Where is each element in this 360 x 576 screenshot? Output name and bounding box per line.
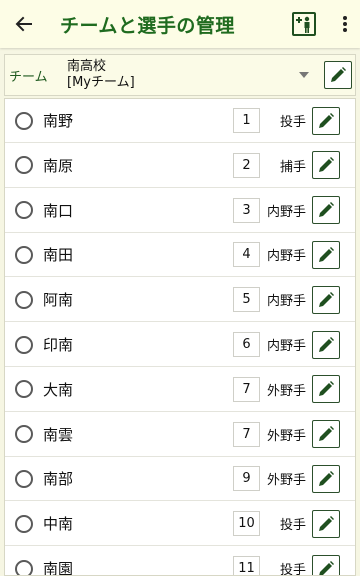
- player-position: 投手: [279, 563, 306, 576]
- player-name: 印南: [43, 336, 74, 354]
- pencil-icon: [319, 112, 334, 128]
- pencil-icon: [319, 426, 334, 442]
- player-row[interactable]: 阿南 5 内野手: [5, 278, 355, 323]
- pencil-icon: [331, 67, 346, 82]
- player-row[interactable]: 印南 6 内野手: [5, 323, 355, 367]
- player-radio[interactable]: [15, 425, 33, 444]
- player-position: 内野手: [266, 249, 306, 265]
- edit-player-button[interactable]: [312, 420, 340, 449]
- player-number: 9: [233, 466, 260, 492]
- edit-player-button[interactable]: [312, 285, 340, 314]
- player-number: 7: [233, 376, 260, 402]
- edit-player-button[interactable]: [312, 151, 340, 180]
- team-selector-row: チーム 南高校 [Myチーム]: [4, 54, 356, 96]
- edit-player-button[interactable]: [312, 554, 340, 575]
- edit-player-button[interactable]: [312, 106, 340, 135]
- player-position: 捕手: [279, 159, 306, 175]
- pencil-icon: [319, 381, 334, 397]
- player-radio[interactable]: [15, 380, 33, 399]
- app-bar: チームと選手の管理: [0, 0, 360, 48]
- player-number: 1: [233, 108, 260, 133]
- player-row[interactable]: 大南 7 外野手: [5, 368, 355, 412]
- back-button[interactable]: [0, 0, 48, 48]
- more-options-button[interactable]: [330, 0, 360, 48]
- page-title: チームと選手の管理: [60, 14, 235, 37]
- team-label: チーム: [9, 69, 48, 85]
- player-row[interactable]: 南雲 7 外野手: [5, 413, 355, 457]
- edit-player-button[interactable]: [312, 330, 340, 359]
- player-radio[interactable]: [15, 290, 33, 309]
- player-position: 外野手: [266, 383, 306, 399]
- player-number: 4: [233, 242, 260, 268]
- add-player-button[interactable]: [292, 12, 316, 36]
- team-name: 南高校: [67, 59, 107, 74]
- player-radio[interactable]: [15, 111, 33, 130]
- pencil-icon: [319, 560, 334, 575]
- player-position: 内野手: [266, 204, 306, 220]
- player-row[interactable]: 中南 10 投手: [5, 502, 355, 547]
- player-name: 中南: [43, 515, 74, 534]
- edit-player-button[interactable]: [312, 464, 340, 493]
- player-name: 南野: [43, 112, 74, 130]
- player-radio[interactable]: [15, 156, 33, 175]
- pencil-icon: [319, 246, 334, 262]
- edit-player-button[interactable]: [312, 196, 340, 225]
- player-row[interactable]: 南口 3 内野手: [5, 189, 355, 233]
- player-number: 2: [233, 152, 260, 178]
- player-name: 南口: [43, 201, 74, 220]
- team-dropdown-caret[interactable]: [292, 72, 316, 78]
- team-dropdown[interactable]: 南高校 [Myチーム]: [67, 59, 292, 91]
- player-row[interactable]: 南田 4 内野手: [5, 233, 355, 278]
- player-name: 南原: [43, 156, 74, 175]
- player-position: 投手: [279, 518, 306, 534]
- player-number: 6: [233, 332, 260, 357]
- player-radio[interactable]: [15, 201, 33, 220]
- player-radio[interactable]: [15, 514, 33, 533]
- edit-player-button[interactable]: [312, 375, 340, 404]
- arrow-left-icon: [15, 16, 32, 32]
- player-radio[interactable]: [15, 245, 33, 264]
- chevron-down-icon: [299, 72, 309, 78]
- pencil-icon: [319, 515, 334, 531]
- player-row[interactable]: 南原 2 捕手: [5, 144, 355, 188]
- player-row[interactable]: 南園 11 投手: [5, 547, 355, 576]
- player-position: 外野手: [266, 473, 306, 489]
- pencil-icon: [319, 291, 334, 307]
- player-radio[interactable]: [15, 559, 33, 575]
- player-name: 南部: [43, 470, 74, 489]
- edit-player-button[interactable]: [312, 509, 340, 538]
- more-vert-icon: [343, 16, 347, 32]
- player-name: 南雲: [43, 425, 74, 444]
- pencil-icon: [319, 157, 334, 173]
- player-name: 南園: [43, 560, 74, 576]
- add-person-icon: [296, 16, 310, 33]
- player-position: 内野手: [266, 339, 306, 354]
- player-list: 南野 1 投手 南原 2 捕手 南口 3 内野手 南田 4 内野手 阿南 5 内野手 印南 6 内野手 大南 7 外野手…: [4, 98, 356, 576]
- player-number: 7: [233, 421, 260, 447]
- pencil-icon: [319, 202, 334, 218]
- player-name: 阿南: [43, 291, 74, 310]
- pencil-icon: [319, 336, 334, 352]
- player-radio[interactable]: [15, 469, 33, 488]
- edit-player-button[interactable]: [312, 240, 340, 269]
- pencil-icon: [319, 470, 334, 486]
- player-number: 5: [233, 287, 260, 313]
- player-number: 11: [233, 556, 260, 575]
- player-row[interactable]: 南部 9 外野手: [5, 457, 355, 502]
- player-name: 大南: [43, 380, 74, 399]
- player-position: 投手: [279, 115, 306, 130]
- team-tag: [Myチーム]: [67, 75, 135, 90]
- player-position: 外野手: [266, 428, 306, 444]
- player-number: 10: [233, 511, 260, 537]
- player-name: 南田: [43, 246, 74, 265]
- edit-team-button[interactable]: [324, 61, 352, 89]
- player-radio[interactable]: [15, 335, 33, 354]
- player-position: 内野手: [266, 294, 306, 310]
- player-row[interactable]: 南野 1 投手: [5, 99, 355, 143]
- player-number: 3: [233, 197, 260, 223]
